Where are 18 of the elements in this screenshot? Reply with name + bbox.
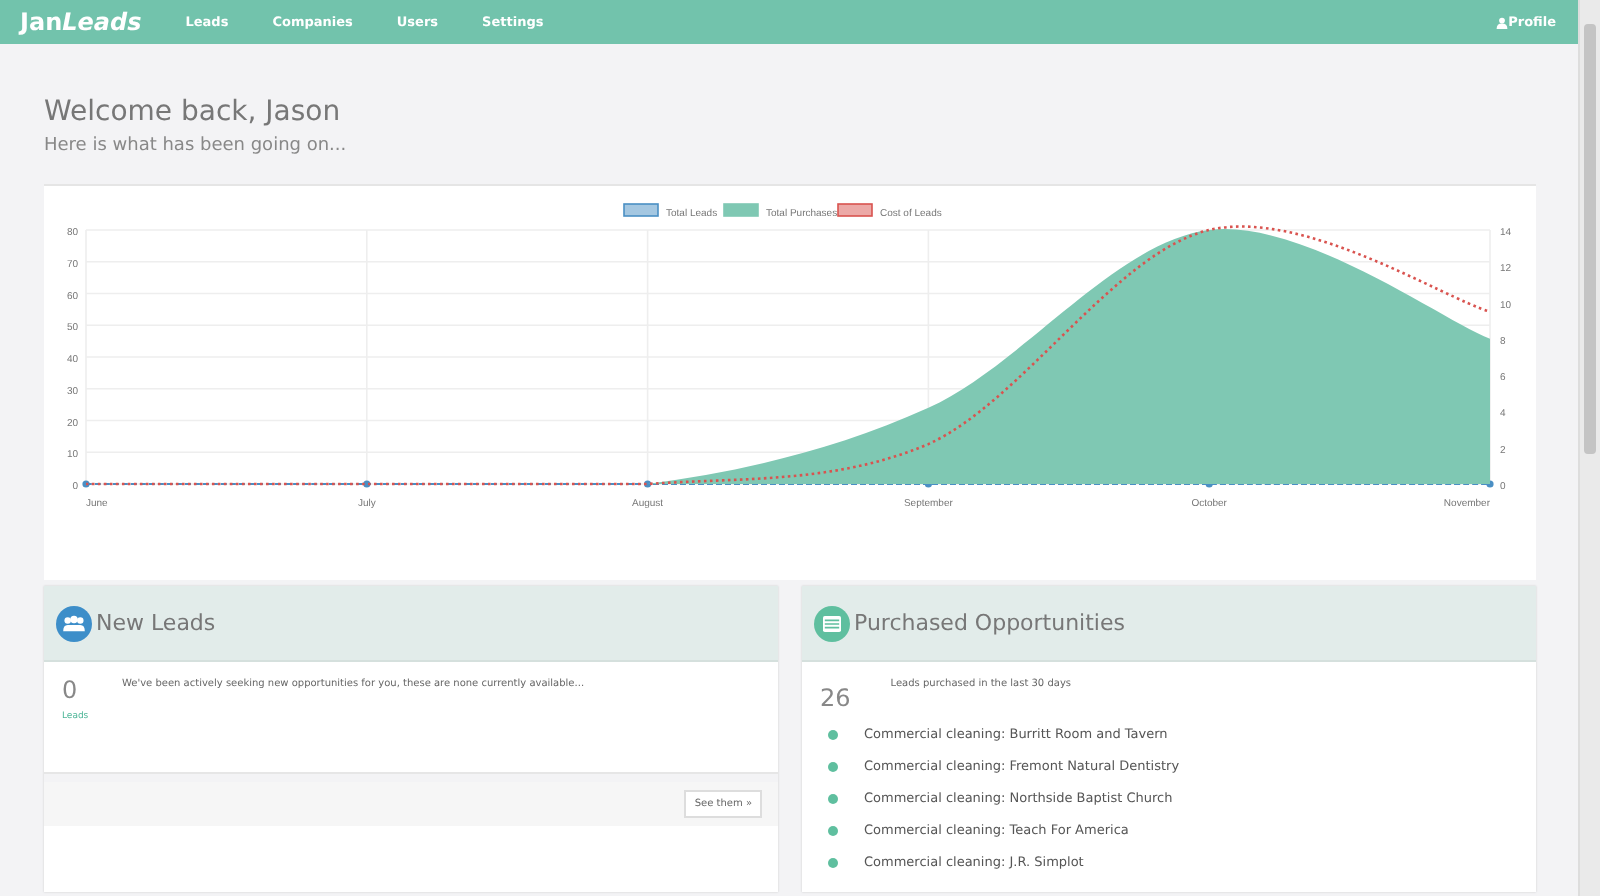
panel-title: Purchased Opportunities bbox=[854, 610, 1125, 636]
user-icon bbox=[1496, 15, 1509, 29]
legend-swatch bbox=[623, 203, 659, 217]
bullet-icon bbox=[828, 793, 838, 803]
people-icon bbox=[56, 605, 92, 641]
list-icon bbox=[814, 605, 850, 641]
scrollbar[interactable] bbox=[1578, 0, 1600, 896]
bullet-icon bbox=[828, 761, 838, 771]
bullet-icon bbox=[828, 825, 838, 835]
legend-swatch bbox=[723, 203, 759, 217]
panel-title: New Leads bbox=[96, 610, 216, 636]
welcome-title: Welcome back, Jason bbox=[44, 96, 343, 132]
purchased-count: 26 bbox=[820, 684, 851, 712]
bullet-icon bbox=[828, 729, 838, 739]
bullet-icon bbox=[828, 857, 838, 867]
welcome-subtitle: Here is what has been going on... bbox=[44, 136, 349, 160]
legend-swatch bbox=[837, 203, 873, 217]
leads-count: 0 bbox=[62, 676, 80, 704]
